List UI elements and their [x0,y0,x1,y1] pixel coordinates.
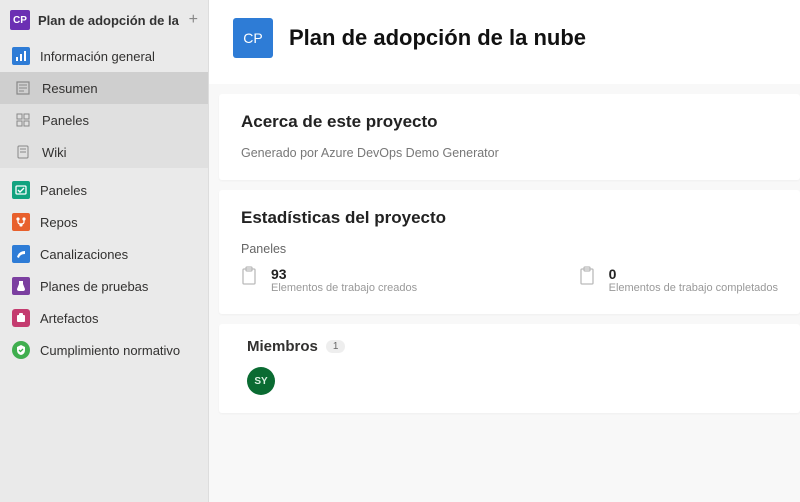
overview-icon [12,47,30,65]
members-title: Miembros [247,338,318,355]
stat-created: 93 Elementos de trabajo creados [241,266,417,294]
members-count-badge: 1 [326,340,346,353]
project-badge: CP [10,10,30,30]
nav-testplans[interactable]: Planes de pruebas [0,270,208,302]
nav-testplans-label: Planes de pruebas [40,279,148,294]
project-header-title: Plan de adopción de la nube [289,25,586,51]
repos-icon [12,213,30,231]
artifacts-icon [12,309,30,327]
add-project-icon[interactable]: + [189,12,198,28]
nav-summary[interactable]: Resumen [0,72,208,104]
project-switcher[interactable]: CP Plan de adopción de la nube + [0,4,208,40]
about-description: Generado por Azure DevOps Demo Generator [241,146,778,160]
nav-summary-label: Resumen [42,81,98,96]
nav-dashboards[interactable]: Paneles [0,104,208,136]
clipboard-icon [579,266,599,288]
nav-pipelines[interactable]: Canalizaciones [0,238,208,270]
nav-wiki-label: Wiki [42,145,67,160]
main-content: CP Plan de adopción de la nube Acerca de… [209,0,800,502]
clipboard-icon [241,266,261,288]
nav-boards[interactable]: Paneles [0,174,208,206]
stat-created-value: 93 [271,266,417,282]
nav-repos-label: Repos [40,215,78,230]
stat-completed: 0 Elementos de trabajo completados [579,266,778,294]
nav-repos[interactable]: Repos [0,206,208,238]
project-name: Plan de adopción de la nube [38,13,181,28]
nav-artifacts-label: Artefactos [40,311,99,326]
nav-overview[interactable]: Información general [0,40,208,72]
nav-boards-label: Paneles [40,183,87,198]
project-header-badge: CP [233,18,273,58]
nav-pipelines-label: Canalizaciones [40,247,128,262]
nav-overview-label: Información general [40,49,155,64]
stat-completed-label: Elementos de trabajo completados [609,282,778,294]
compliance-icon [12,341,30,359]
stats-card: Estadísticas del proyecto Paneles 93 Ele… [219,190,800,314]
nav-artifacts[interactable]: Artefactos [0,302,208,334]
nav-compliance-label: Cumplimiento normativo [40,343,180,358]
about-card: Acerca de este proyecto Generado por Azu… [219,94,800,180]
nav-wiki[interactable]: Wiki [0,136,208,168]
nav-compliance[interactable]: Cumplimiento normativo [0,334,208,366]
testplans-icon [12,277,30,295]
nav-dashboards-label: Paneles [42,113,89,128]
dashboards-icon [14,111,32,129]
wiki-icon [14,143,32,161]
boards-icon [12,181,30,199]
stat-created-label: Elementos de trabajo creados [271,282,417,294]
stats-section-label: Paneles [241,242,778,256]
pipelines-icon [12,245,30,263]
stats-title: Estadísticas del proyecto [241,208,778,228]
members-card: Miembros 1 SY [219,324,800,413]
member-avatar[interactable]: SY [247,367,275,395]
stat-completed-value: 0 [609,266,778,282]
about-title: Acerca de este proyecto [241,112,778,132]
project-header: CP Plan de adopción de la nube [209,0,800,84]
summary-icon [14,79,32,97]
sidebar: CP Plan de adopción de la nube + Informa… [0,0,209,502]
